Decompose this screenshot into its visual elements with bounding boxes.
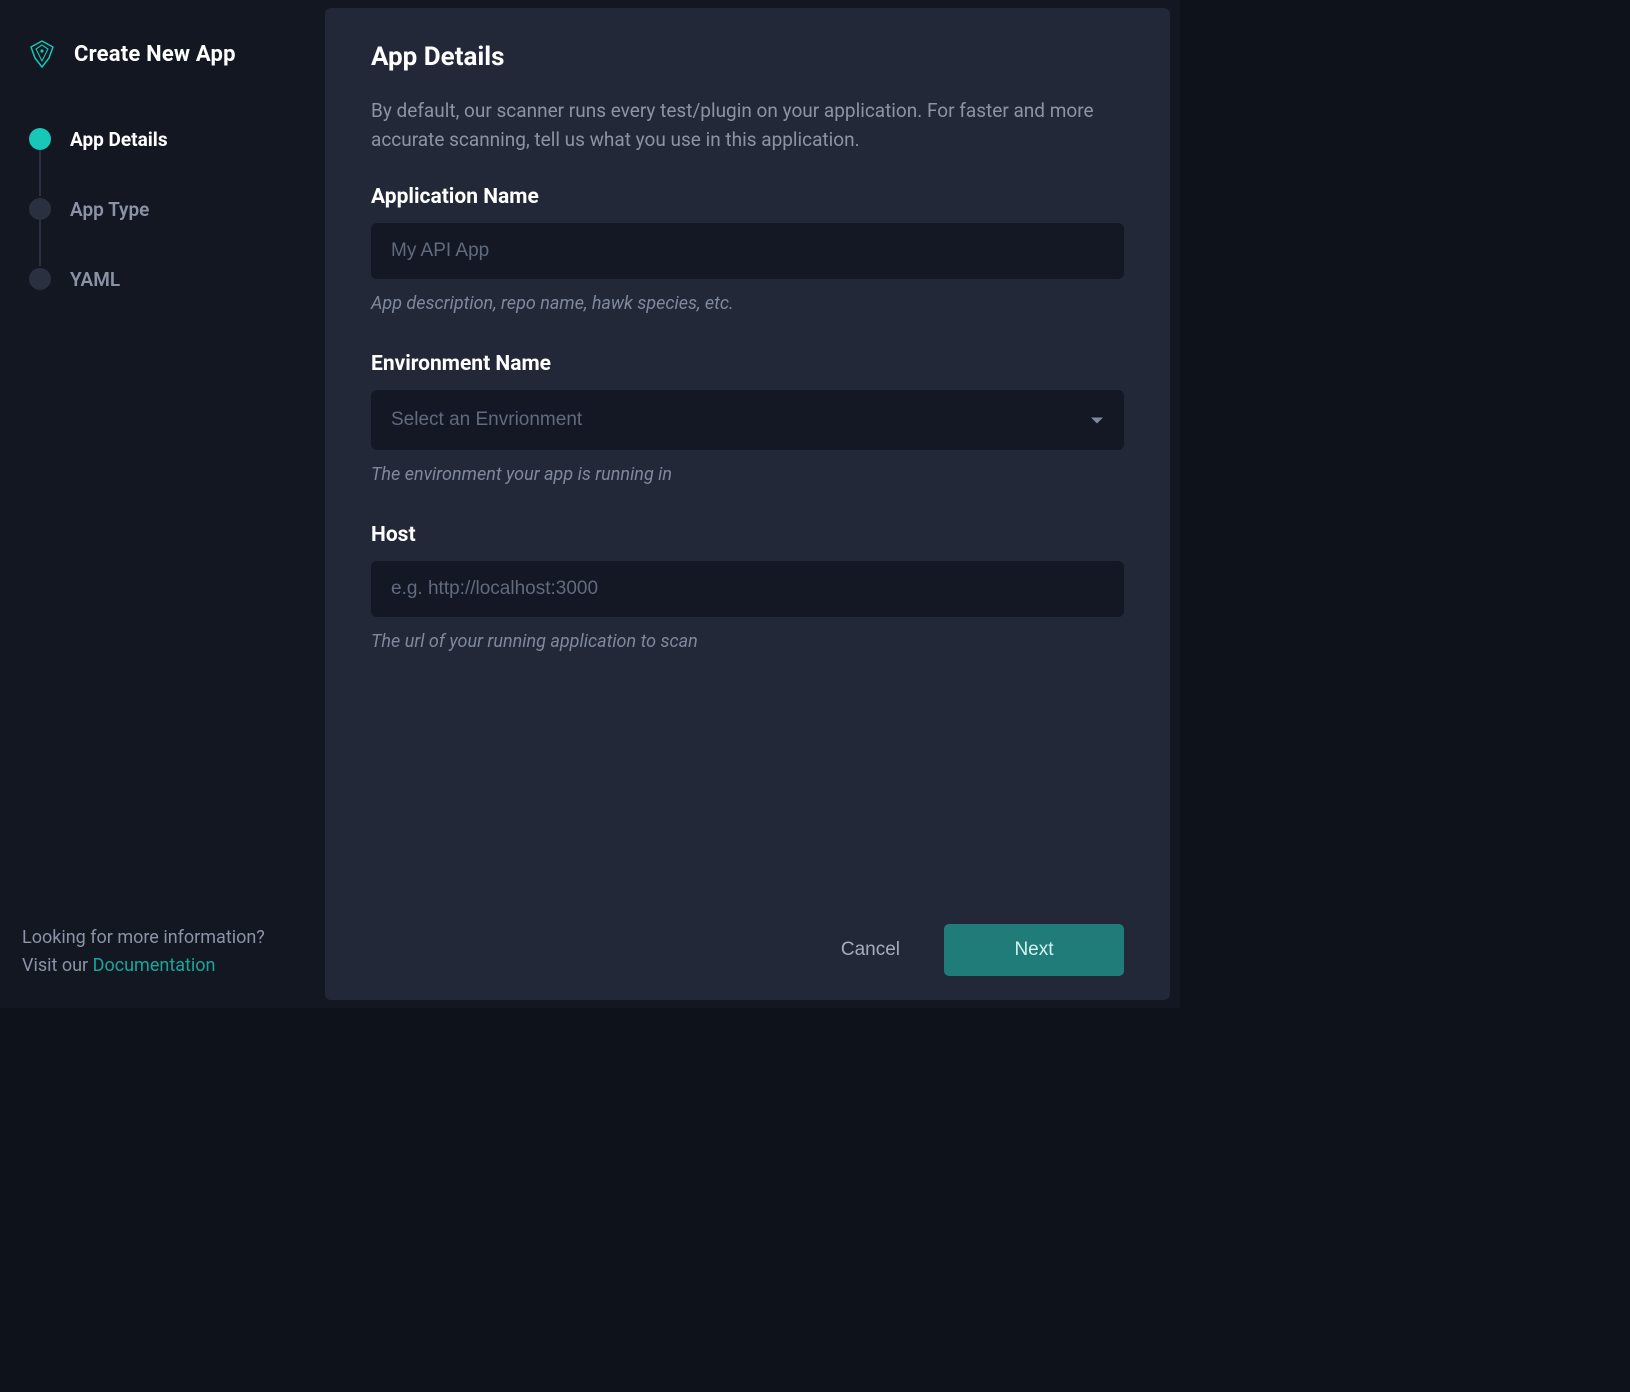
field-host: Host The url of your running application… xyxy=(371,523,1124,652)
step-dot-icon xyxy=(28,127,52,151)
page-title: App Details xyxy=(371,42,1124,72)
step-connector xyxy=(39,150,41,196)
hawk-logo-icon xyxy=(26,38,58,70)
step-label: App Details xyxy=(70,128,168,151)
step-yaml[interactable]: YAML xyxy=(28,244,303,314)
field-help: The url of your running application to s… xyxy=(371,631,1124,652)
sidebar-footer: Looking for more information? Visit our … xyxy=(22,924,303,980)
wizard-actions: Cancel Next xyxy=(371,904,1124,976)
sidebar: Create New App App Details App Type YAML… xyxy=(0,0,325,1008)
field-label: Application Name xyxy=(371,185,1124,209)
host-input[interactable] xyxy=(371,561,1124,617)
field-environment-name: Environment Name Select an Envrionment T… xyxy=(371,352,1124,485)
brand-row: Create New App xyxy=(26,38,303,70)
field-help: App description, repo name, hawk species… xyxy=(371,293,1124,314)
footer-line-2: Visit our Documentation xyxy=(22,952,303,980)
page-description: By default, our scanner runs every test/… xyxy=(371,96,1124,155)
footer-line-1: Looking for more information? xyxy=(22,924,303,952)
field-label: Host xyxy=(371,523,1124,547)
step-connector xyxy=(39,220,41,266)
application-name-input[interactable] xyxy=(371,223,1124,279)
step-dot-icon xyxy=(28,197,52,221)
field-label: Environment Name xyxy=(371,352,1124,376)
step-app-type[interactable]: App Type xyxy=(28,174,303,244)
app-surface: Create New App App Details App Type YAML… xyxy=(0,0,1180,1008)
brand-title: Create New App xyxy=(74,42,236,67)
step-app-details[interactable]: App Details xyxy=(28,104,303,174)
field-help: The environment your app is running in xyxy=(371,464,1124,485)
cancel-button[interactable]: Cancel xyxy=(833,927,908,973)
main-panel: App Details By default, our scanner runs… xyxy=(325,8,1170,1000)
documentation-link[interactable]: Documentation xyxy=(93,955,216,976)
step-dot-icon xyxy=(28,267,52,291)
step-label: YAML xyxy=(70,268,120,291)
wizard-steps: App Details App Type YAML xyxy=(22,104,303,314)
step-label: App Type xyxy=(70,198,149,221)
next-button[interactable]: Next xyxy=(944,924,1124,976)
footer-line-2-prefix: Visit our xyxy=(22,955,93,976)
field-application-name: Application Name App description, repo n… xyxy=(371,185,1124,314)
environment-select-wrap: Select an Envrionment xyxy=(371,390,1124,450)
environment-select[interactable]: Select an Envrionment xyxy=(371,390,1124,450)
